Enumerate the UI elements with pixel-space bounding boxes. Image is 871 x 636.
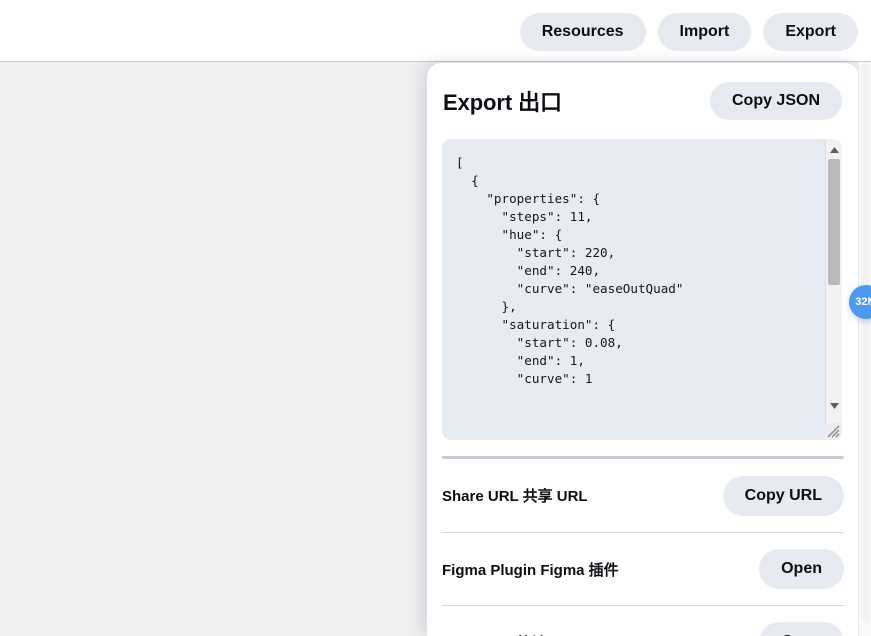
- share-url-label: Share URL 共享 URL: [442, 485, 588, 506]
- export-panel-title: Export 出口: [443, 85, 562, 117]
- copy-url-button[interactable]: Copy URL: [723, 476, 844, 516]
- copy-json-button[interactable]: Copy JSON: [710, 82, 842, 120]
- algorithm-label: Algorithm 算法: [442, 632, 547, 636]
- row-figma-plugin: Figma Plugin Figma 插件 Open: [442, 532, 844, 605]
- algorithm-open-button[interactable]: Open: [759, 622, 844, 636]
- code-scrollbar-thumb[interactable]: [828, 159, 840, 285]
- page-scrollbar-thumb[interactable]: [861, 62, 870, 622]
- app-bar-actions: Resources Import Export: [520, 13, 858, 51]
- export-panel: Export 出口 Copy JSON [ { "properties": { …: [427, 63, 859, 636]
- row-algorithm: Algorithm 算法 Open: [442, 605, 844, 636]
- row-share-url: Share URL 共享 URL Copy URL: [442, 459, 844, 532]
- export-panel-header: Export 出口 Copy JSON: [427, 63, 859, 139]
- export-button[interactable]: Export: [763, 13, 858, 51]
- resources-button[interactable]: Resources: [520, 13, 646, 51]
- app-bar: Resources Import Export: [0, 0, 871, 62]
- scroll-up-arrow-icon[interactable]: [826, 141, 842, 158]
- page-vertical-scrollbar[interactable]: [858, 62, 871, 636]
- figma-plugin-open-button[interactable]: Open: [759, 549, 844, 589]
- figma-plugin-label: Figma Plugin Figma 插件: [442, 559, 619, 580]
- import-button[interactable]: Import: [658, 13, 752, 51]
- export-options-list: Share URL 共享 URL Copy URL Figma Plugin F…: [442, 393, 844, 636]
